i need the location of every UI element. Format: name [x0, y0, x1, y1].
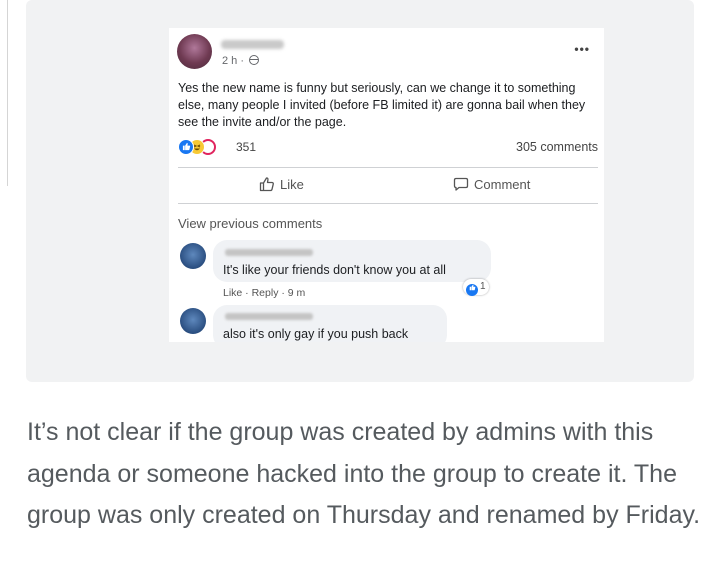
comment-author-avatar — [180, 308, 206, 334]
comment-author-name-redacted — [225, 249, 313, 256]
like-icon — [466, 284, 478, 296]
comment-button-label: Comment — [474, 177, 531, 192]
article-caption-text: It’s not clear if the group was created … — [27, 418, 701, 529]
left-edge-line — [7, 0, 8, 186]
post-timestamp: 2 h · — [222, 55, 260, 67]
comment-text: also it's only gay if you push back — [223, 327, 409, 341]
speech-bubble-icon — [453, 177, 469, 191]
like-button[interactable]: Like — [259, 176, 304, 192]
like-reaction-icon — [178, 139, 194, 155]
thumbs-up-icon — [259, 177, 274, 192]
comment-author-avatar — [180, 243, 206, 269]
divider — [178, 203, 598, 204]
comment-actions[interactable]: Like · Reply · 9 m — [223, 287, 305, 299]
post-time-text: 2 h · — [222, 55, 245, 67]
post-author-name-redacted — [221, 40, 284, 49]
reactions-summary[interactable]: 351 — [178, 139, 298, 155]
more-options-icon[interactable]: ••• — [574, 42, 590, 56]
globe-icon — [249, 55, 260, 65]
view-previous-comments-link[interactable]: View previous comments — [178, 216, 322, 231]
comments-count-link[interactable]: 305 comments — [516, 140, 598, 154]
comment-reaction-count[interactable]: 1 — [463, 279, 489, 296]
like-button-label: Like — [280, 177, 304, 192]
post-author-avatar — [177, 34, 212, 69]
screenshot-panel: 2 h · ••• Yes the new name is funny but … — [26, 0, 694, 382]
comment-button[interactable]: Comment — [453, 176, 530, 192]
post-body-text: Yes the new name is funny but seriously,… — [178, 81, 586, 129]
comment-like-count: 1 — [480, 281, 486, 292]
divider — [178, 167, 598, 168]
comment-author-name-redacted — [225, 313, 313, 320]
comment-text: It's like your friends don't know you at… — [223, 263, 446, 277]
reaction-count: 351 — [236, 140, 257, 154]
facebook-post-screenshot: 2 h · ••• Yes the new name is funny but … — [169, 28, 604, 342]
